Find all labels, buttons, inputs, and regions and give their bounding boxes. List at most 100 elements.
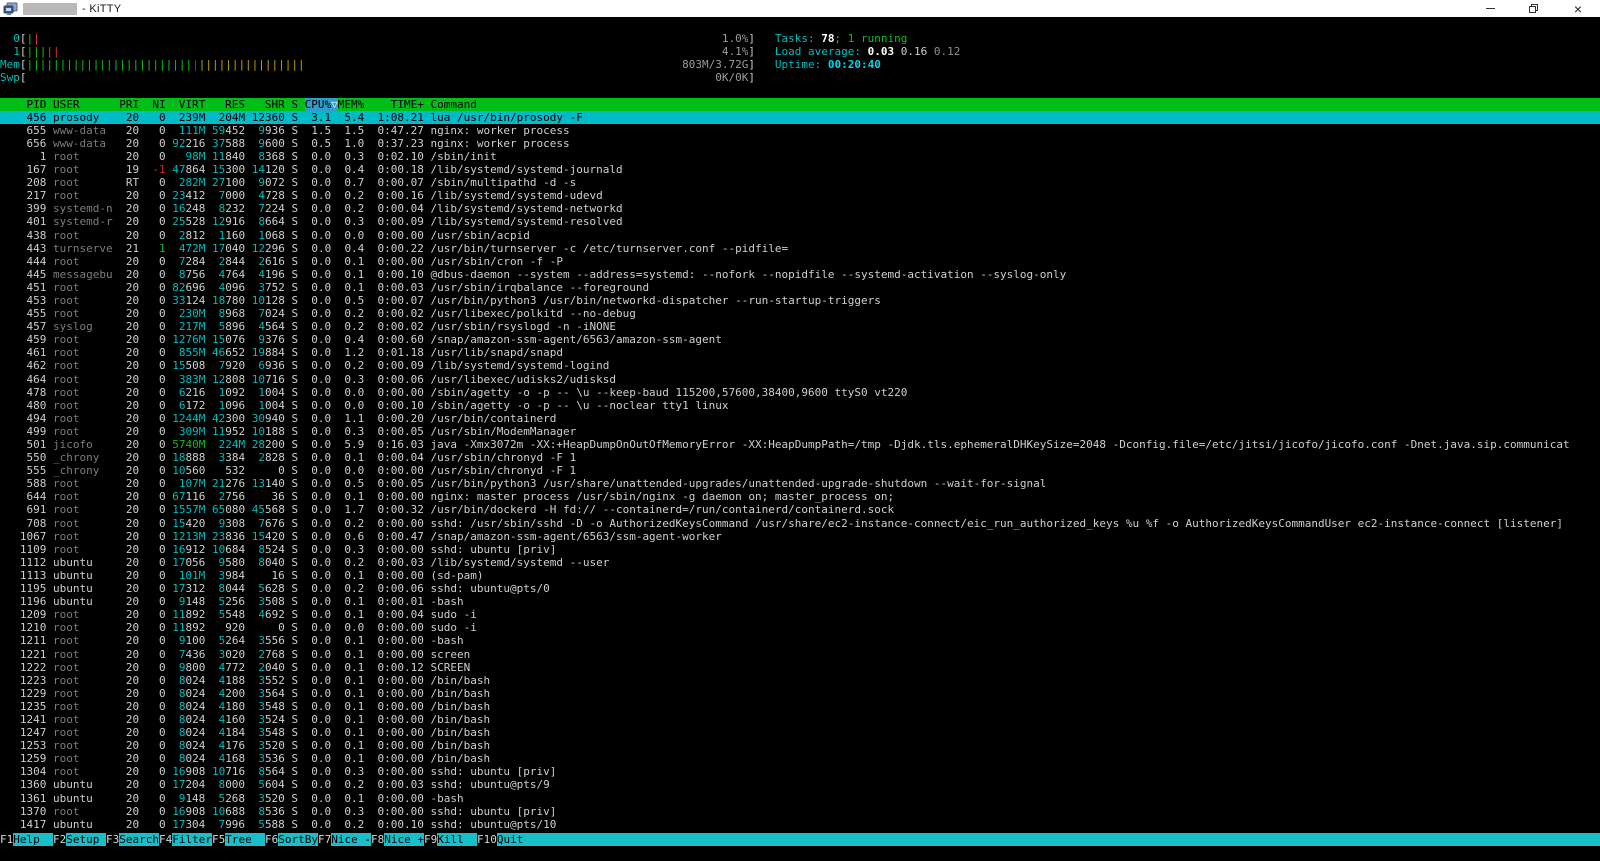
process-row-438[interactable]: 438 root 20 0 2812 1160 1068 S 0.0 0.0 0… [0, 229, 1600, 242]
text-segment: Help [13, 833, 53, 846]
process-row-588[interactable]: 588 root 20 0 107M 21276 13140 S 0.0 0.5… [0, 477, 1600, 490]
text-segment: root [53, 490, 113, 503]
fnkey-f2[interactable]: F2Setup [53, 833, 106, 846]
fnkey-f4[interactable]: F4Filter [159, 833, 212, 846]
process-row-443[interactable]: 443 turnserve 21 1 472M 17040 12296 S 0.… [0, 242, 1600, 255]
fnkey-f5[interactable]: F5Tree [212, 833, 265, 846]
table-header-row[interactable]: PID USER PRI NI VIRT RES SHR S CPU%▽MEM%… [0, 98, 1600, 111]
process-row-1241[interactable]: 1241 root 20 0 8024 4160 3524 S 0.0 0.1 … [0, 713, 1600, 726]
process-row-1222[interactable]: 1222 root 20 0 9800 4772 2040 S 0.0 0.1 … [0, 661, 1600, 674]
process-row-462[interactable]: 462 root 20 0 15508 7920 6936 S 0.0 0.2 … [0, 359, 1600, 372]
text-segment: 12 [252, 242, 265, 255]
text-segment: root [53, 399, 113, 412]
text-segment: 3 [252, 700, 265, 713]
process-row-459[interactable]: 459 root 20 0 1276M 15076 9376 S 0.0 0.4… [0, 333, 1600, 346]
restore-button[interactable] [1512, 0, 1556, 17]
fnkey-f9[interactable]: F9Kill [424, 833, 477, 846]
process-row-555[interactable]: 555 _chrony 20 0 10560 532 0 S 0.0 0.0 0… [0, 464, 1600, 477]
text-segment: 37 [212, 137, 225, 150]
process-row-1113[interactable]: 1113 ubuntu 20 0 101M 3984 16 S 0.0 0.1 … [0, 569, 1600, 582]
process-row-1370[interactable]: 1370 root 20 0 16908 10688 8536 S 0.0 0.… [0, 805, 1600, 818]
process-row-1112[interactable]: 1112 ubuntu 20 0 17056 9580 8040 S 0.0 0… [0, 556, 1600, 569]
close-button[interactable]: × [1556, 0, 1600, 17]
process-row-708[interactable]: 708 root 20 0 15420 9308 7676 S 0.0 0.2 … [0, 517, 1600, 530]
text-segment: 8 [252, 215, 265, 228]
text-segment: root [53, 621, 113, 634]
text-segment: F1 [0, 833, 13, 846]
fnkey-f6[interactable]: F6SortBy [265, 833, 318, 846]
text-segment: 78 [821, 32, 834, 45]
text-segment: 17 [172, 582, 185, 595]
process-row-501[interactable]: 501 jicofo 20 0 5740M 224M 28200 S 0.0 5… [0, 438, 1600, 451]
process-row-1210[interactable]: 1210 root 20 0 11892 920 0 S 0.0 0.0 0:0… [0, 621, 1600, 634]
process-row-444[interactable]: 444 root 20 0 7284 2844 2616 S 0.0 0.1 0… [0, 255, 1600, 268]
text-segment: ] [748, 58, 755, 71]
process-row-453[interactable]: 453 root 20 0 33124 18780 10128 S 0.0 0.… [0, 294, 1600, 307]
process-row-1223[interactable]: 1223 root 20 0 8024 4188 3552 S 0.0 0.1 … [0, 674, 1600, 687]
process-row-208[interactable]: 208 root RT 0 282M 27100 9072 S 0.0 0.7 … [0, 176, 1600, 189]
text-segment: Tree [225, 833, 265, 846]
text-segment: 19 [252, 346, 265, 359]
process-row-451[interactable]: 451 root 20 0 82696 4096 3752 S 0.0 0.1 … [0, 281, 1600, 294]
process-row-1235[interactable]: 1235 root 20 0 8024 4180 3548 S 0.0 0.1 … [0, 700, 1600, 713]
process-row-478[interactable]: 478 root 20 0 6216 1092 1004 S 0.0 0.0 0… [0, 386, 1600, 399]
process-row-401[interactable]: 401 systemd-r 20 0 25528 12916 8664 S 0.… [0, 215, 1600, 228]
redacted-session-name [23, 3, 77, 15]
process-row-399[interactable]: 399 systemd-n 20 0 16248 8232 7224 S 0.0… [0, 202, 1600, 215]
process-row-1229[interactable]: 1229 root 20 0 8024 4200 3564 S 0.0 0.1 … [0, 687, 1600, 700]
process-row-167[interactable]: 167 root 19 -1 47864 15300 14120 S 0.0 0… [0, 163, 1600, 176]
text-segment: 8 [252, 543, 265, 556]
text-segment: root [53, 386, 113, 399]
process-row-464[interactable]: 464 root 20 0 383M 12808 10716 S 0.0 0.3… [0, 373, 1600, 386]
fnkey-f7[interactable]: F7Nice - [318, 833, 371, 846]
fnkey-f10[interactable]: F10Quit [477, 833, 537, 846]
process-row-1417[interactable]: 1417 ubuntu 20 0 17304 7996 5588 S 0.0 0… [0, 818, 1600, 831]
text-segment: ||| [27, 45, 47, 58]
process-row-1195[interactable]: 1195 ubuntu 20 0 17312 8044 5628 S 0.0 0… [0, 582, 1600, 595]
process-row-1211[interactable]: 1211 root 20 0 9100 5264 3556 S 0.0 0.1 … [0, 634, 1600, 647]
process-row-1067[interactable]: 1067 root 20 0 1213M 23836 15420 S 0.0 0… [0, 530, 1600, 543]
process-row-1360[interactable]: 1360 ubuntu 20 0 17204 8000 5604 S 0.0 0… [0, 778, 1600, 791]
process-row-644[interactable]: 644 root 20 0 67116 2756 36 S 0.0 0.1 0:… [0, 490, 1600, 503]
process-row-217[interactable]: 217 root 20 0 23412 7000 4728 S 0.0 0.2 … [0, 189, 1600, 202]
text-segment: Filter [172, 833, 212, 846]
process-row-1304[interactable]: 1304 root 20 0 16908 10716 8564 S 0.0 0.… [0, 765, 1600, 778]
fnkey-f3[interactable]: F3Search [106, 833, 159, 846]
process-row-499[interactable]: 499 root 20 0 309M 11952 10188 S 0.0 0.3… [0, 425, 1600, 438]
text-segment: 15 [172, 359, 185, 372]
blank-line [0, 19, 1600, 32]
process-row-480[interactable]: 480 root 20 0 6172 1096 1004 S 0.0 0.0 0… [0, 399, 1600, 412]
process-row-457[interactable]: 457 syslog 20 0 217M 5896 4564 S 0.0 0.2… [0, 320, 1600, 333]
process-row-494[interactable]: 494 root 20 0 1244M 42300 30940 S 0.0 1.… [0, 412, 1600, 425]
process-row-456[interactable]: 456 prosody 20 0 239M 204M 12360 S 3.1 5… [0, 111, 1600, 124]
process-row-1253[interactable]: 1253 root 20 0 8024 4176 3520 S 0.0 0.1 … [0, 739, 1600, 752]
text-segment: 7 [212, 189, 225, 202]
minimize-button[interactable] [1468, 0, 1512, 17]
fnkey-f1[interactable]: F1Help [0, 833, 53, 846]
process-row-1196[interactable]: 1196 ubuntu 20 0 9148 5256 3508 S 0.0 0.… [0, 595, 1600, 608]
process-row-655[interactable]: 655 www-data 20 0 111M 59452 9936 S 1.5 … [0, 124, 1600, 137]
process-row-656[interactable]: 656 www-data 20 0 92216 37588 9600 S 0.5… [0, 137, 1600, 150]
process-row-1221[interactable]: 1221 root 20 0 7436 3020 2768 S 0.0 0.1 … [0, 648, 1600, 661]
process-row-1209[interactable]: 1209 root 20 0 11892 5548 4692 S 0.0 0.1… [0, 608, 1600, 621]
process-row-1247[interactable]: 1247 root 20 0 8024 4184 3548 S 0.0 0.1 … [0, 726, 1600, 739]
process-row-1109[interactable]: 1109 root 20 0 16912 10684 8524 S 0.0 0.… [0, 543, 1600, 556]
process-row-461[interactable]: 461 root 20 0 855M 46652 19884 S 0.0 1.2… [0, 346, 1600, 359]
text-segment: Search [119, 833, 159, 846]
text-segment: 3 [252, 726, 265, 739]
text-segment: 9 [212, 556, 225, 569]
text-segment: root [53, 739, 113, 752]
process-row-455[interactable]: 455 root 20 0 230M 8968 7024 S 0.0 0.2 0… [0, 307, 1600, 320]
text-segment: 0.03 [868, 45, 901, 58]
process-row-550[interactable]: 550 _chrony 20 0 18888 3384 2828 S 0.0 0… [0, 451, 1600, 464]
fnkey-f8[interactable]: F8Nice + [371, 833, 424, 846]
process-row-1259[interactable]: 1259 root 20 0 8024 4168 3536 S 0.0 0.1 … [0, 752, 1600, 765]
process-row-691[interactable]: 691 root 20 0 1557M 65080 45568 S 0.0 1.… [0, 503, 1600, 516]
column-header-cpu[interactable]: CPU%▽ [305, 98, 338, 111]
text-segment: 3 [212, 569, 225, 582]
process-row-445[interactable]: 445 messagebu 20 0 8756 4764 4196 S 0.0 … [0, 268, 1600, 281]
text-segment: 7 [212, 359, 225, 372]
process-row-1[interactable]: 1 root 20 0 98M 11840 8368 S 0.0 0.3 0:0… [0, 150, 1600, 163]
text-segment: 11 [212, 425, 225, 438]
process-row-1361[interactable]: 1361 ubuntu 20 0 9148 5268 3520 S 0.0 0.… [0, 792, 1600, 805]
